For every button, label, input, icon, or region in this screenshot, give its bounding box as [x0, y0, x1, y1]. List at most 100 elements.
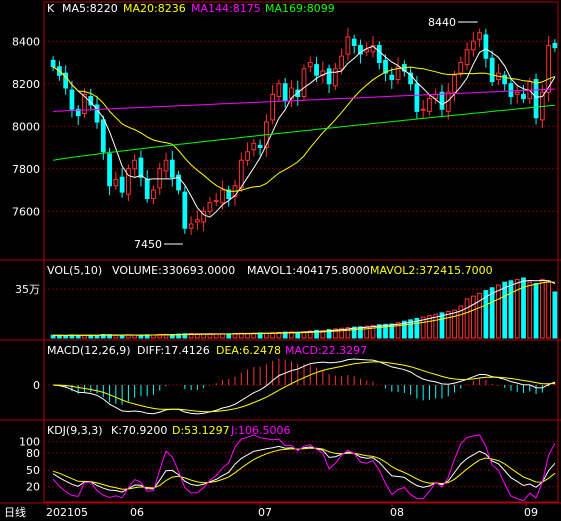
candle-body [427, 98, 432, 112]
volume-tick-label: 35万 [15, 283, 40, 296]
candle-body [458, 62, 464, 74]
candle-body [69, 89, 75, 110]
vol-title: VOL(5,10) [47, 264, 102, 277]
candle-body [364, 49, 370, 53]
vol-mavol2: MAVOL2:372415.7000 [370, 264, 493, 277]
volume-bar [207, 333, 213, 339]
candle-body [339, 55, 345, 70]
volume-bar [364, 325, 370, 339]
kdj-d-line [52, 447, 556, 490]
price-tick-label: 8200 [12, 78, 40, 91]
kdj-tick-label: 20 [26, 481, 40, 494]
ma5-legend: MA5:8220 [62, 2, 118, 15]
candle-body [144, 178, 150, 199]
macd-title: MACD(12,26,9) [47, 344, 131, 357]
candle-body [533, 79, 539, 119]
macd-value: MACD:22.3297 [285, 344, 367, 357]
k-label: K [47, 2, 55, 15]
candle-body [477, 32, 482, 40]
volume-bar [470, 295, 476, 339]
candle-body [238, 159, 244, 189]
date-label: 08 [390, 506, 404, 519]
candle-body [439, 91, 445, 110]
candle-body [113, 178, 119, 187]
kdj-j-line [52, 434, 556, 502]
volume-bar [533, 283, 539, 339]
volume-bar [552, 291, 558, 339]
date-label: 202105 [46, 506, 88, 519]
price-tick-label: 8000 [12, 120, 40, 133]
candle-body [182, 191, 188, 229]
ma169-line [53, 104, 555, 161]
candle-body [138, 157, 144, 178]
macd-diff: DIFF:17.4126 [137, 344, 210, 357]
volume-bar [119, 334, 125, 339]
candle-body [188, 223, 194, 229]
high-price-annotation: 8440 [428, 16, 456, 29]
candle-body [326, 68, 332, 85]
volume-bar [395, 322, 401, 339]
volume-bar [63, 335, 69, 339]
candle-body [489, 57, 495, 83]
volume-bar [376, 324, 382, 339]
candle-body [345, 36, 351, 55]
volume-bar [508, 280, 514, 339]
candle-body [270, 93, 276, 121]
candle-body [307, 62, 313, 68]
kdj-k: K:70.9200 [111, 424, 167, 437]
candle-body [483, 34, 489, 59]
low-price-annotation: 7450 [134, 238, 162, 251]
candle-body [552, 42, 558, 49]
candle-body [50, 59, 56, 68]
candle-body [389, 74, 395, 80]
candle-body [276, 83, 282, 97]
date-label: 06 [130, 506, 144, 519]
candle-body [514, 91, 520, 95]
vol-volume: VOLUME:330693.0000 [112, 264, 235, 277]
candle-body [213, 200, 219, 203]
macd-dea: DEA:6.2478 [216, 344, 281, 357]
candle-body [470, 40, 476, 51]
volume-bar [496, 284, 501, 339]
ma169-legend: MA169:8099 [265, 2, 335, 15]
candle-body [207, 202, 213, 212]
date-label: 09 [524, 506, 538, 519]
candle-body [100, 119, 106, 153]
volume-bar [489, 287, 495, 339]
candle-body [169, 159, 175, 178]
candle-body [301, 68, 307, 97]
macd-zero-label: 0 [33, 379, 40, 392]
candle-body [126, 168, 131, 195]
volume-bar [57, 334, 62, 339]
candle-body [464, 49, 470, 66]
chart-canvas: 8400 8200 8000 7800 7600 K MA5:8220 MA20:8236 MA… [0, 1, 561, 519]
date-label: 07 [258, 506, 272, 519]
volume-bar [370, 324, 376, 339]
price-tick-label: 7600 [12, 205, 40, 218]
volume-bar [464, 298, 470, 339]
candle-body [257, 144, 263, 148]
candle-body [132, 159, 138, 170]
volume-bar [452, 309, 457, 339]
kdj-d: D:53.1297 [172, 424, 230, 437]
volume-bar [527, 281, 533, 339]
kdj-tick-label: 50 [26, 464, 40, 477]
candle-body [502, 74, 508, 85]
candle-body [195, 219, 200, 223]
candle-body [251, 142, 257, 151]
price-tick-label: 8400 [12, 35, 40, 48]
volume-bar [445, 310, 451, 339]
kdj-tick-label: 80 [26, 447, 40, 460]
candle-body [107, 153, 112, 187]
volume-bar [546, 280, 551, 339]
candle-body [376, 45, 382, 63]
volume-bar [94, 334, 100, 339]
candle-body [452, 74, 457, 93]
volume-bar [514, 278, 520, 339]
candle-body [220, 189, 225, 204]
candle-body [508, 83, 514, 97]
period-label: 日线 [4, 505, 26, 519]
volume-bar [539, 278, 545, 339]
candle-body [332, 68, 338, 87]
candle-body [245, 151, 250, 161]
